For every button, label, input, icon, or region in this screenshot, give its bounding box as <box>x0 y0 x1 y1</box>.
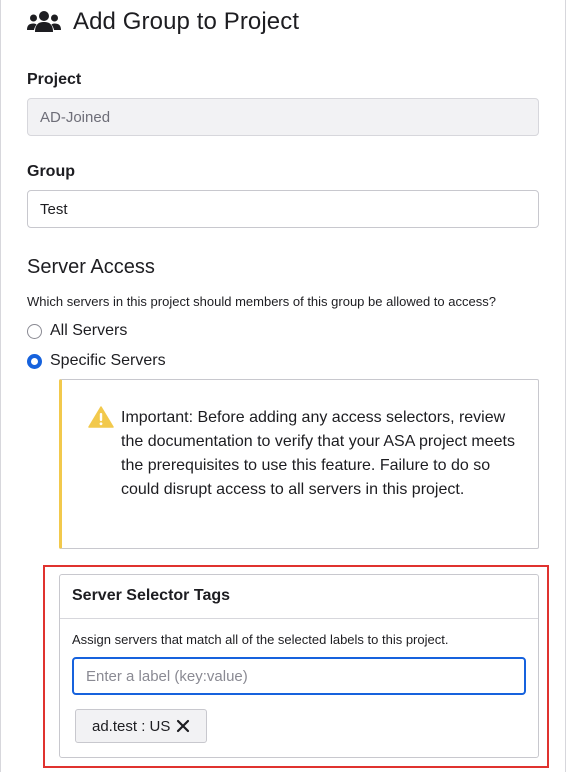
card-title: Server Selector Tags <box>60 575 538 619</box>
server-access-help: Which servers in this project should mem… <box>27 294 496 309</box>
warning-callout: Important: Before adding any access sele… <box>59 379 539 549</box>
server-selector-card: Server Selector Tags Assign servers that… <box>59 574 539 758</box>
users-icon <box>27 11 61 32</box>
radio-label: Specific Servers <box>50 352 166 369</box>
project-label: Project <box>27 71 82 88</box>
radio-all-servers[interactable]: All Servers <box>27 322 127 340</box>
radio-specific-servers[interactable]: Specific Servers <box>27 352 166 370</box>
page-header: Add Group to Project <box>27 8 299 36</box>
tag-label: ad.test : US <box>92 717 171 735</box>
group-input[interactable]: Test <box>27 190 539 228</box>
server-access-title: Server Access <box>27 256 155 278</box>
card-description: Assign servers that match all of the sel… <box>72 632 449 647</box>
group-label: Group <box>27 163 75 180</box>
radio-label: All Servers <box>50 322 128 339</box>
tag-chip: ad.test : US <box>75 709 208 743</box>
warning-text: Important: Before adding any access sele… <box>121 409 515 498</box>
radio-unchecked-icon[interactable] <box>27 323 42 339</box>
project-input: AD-Joined <box>27 98 539 136</box>
radio-checked-icon[interactable] <box>27 353 42 369</box>
close-icon[interactable] <box>176 719 190 733</box>
label-input[interactable]: Enter a label (key:value) <box>72 657 526 695</box>
warning-icon <box>88 406 114 428</box>
page-title: Add Group to Project <box>73 8 300 35</box>
